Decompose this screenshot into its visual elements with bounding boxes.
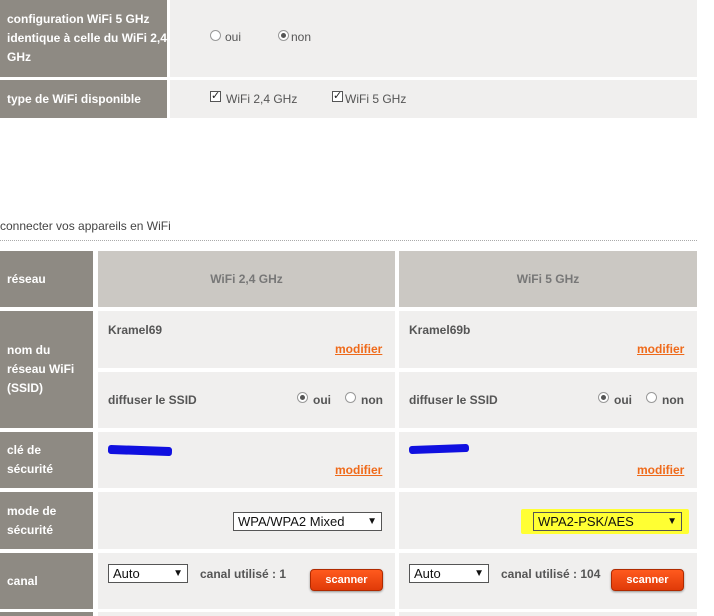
config-oui-label: oui <box>225 30 242 44</box>
security-mode-24-select[interactable]: WPA/WPA2 Mixed ▼ <box>233 512 382 531</box>
ssid-label-text: nom du réseau WiFi (SSID) <box>7 343 75 395</box>
redacted-key-5-scribble <box>408 443 470 455</box>
ssid-24-cell: Kramel69 modifier <box>98 311 395 368</box>
canal-label: canal <box>0 553 93 609</box>
config-identical-label: configuration WiFi 5 GHz identique à cel… <box>0 0 167 77</box>
canal-24-cell: Auto ▼ canal utilisé : 1 scanner <box>98 553 395 609</box>
ssid-24-modifier-link[interactable]: modifier <box>335 342 382 356</box>
canal-label-text: canal <box>7 573 38 588</box>
security-key-24-cell: modifier <box>98 432 395 488</box>
canal-24-used: canal utilisé : 1 <box>200 567 287 581</box>
wifi-5-checkbox[interactable]: ✓ <box>332 91 343 102</box>
canal-5-value: Auto <box>414 566 441 581</box>
wifi-type-label: type de WiFi disponible <box>0 80 167 118</box>
canal-5-cell: Auto ▼ canal utilisé : 104 scanner <box>399 553 697 609</box>
ssid-5-modifier-link[interactable]: modifier <box>637 342 684 356</box>
scanner-5-button[interactable]: scanner <box>611 569 684 591</box>
canal-5-select[interactable]: Auto ▼ <box>409 564 489 583</box>
key-24-modifier-link[interactable]: modifier <box>335 463 382 477</box>
col-header-24: WiFi 2,4 GHz <box>98 251 395 307</box>
col-header-24-text: WiFi 2,4 GHz <box>210 272 283 286</box>
security-mode-5-select[interactable]: WPA2-PSK/AES ▼ <box>533 512 682 531</box>
section-divider <box>0 240 697 241</box>
wifi-24-checkbox[interactable]: ✓ <box>210 91 221 102</box>
ssid-5-cell: Kramel69b modifier <box>399 311 697 368</box>
security-key-label: clé de sécurité <box>0 432 93 488</box>
config-oui-radio[interactable] <box>210 30 221 41</box>
next-row-5-cell <box>399 612 697 616</box>
canal-5-used: canal utilisé : 104 <box>501 567 601 581</box>
broadcast-5-oui-label: oui <box>614 393 632 407</box>
config-identical-cell: oui non <box>170 0 697 77</box>
scanner-24-button[interactable]: scanner <box>310 569 383 591</box>
key-5-modifier-link[interactable]: modifier <box>637 463 684 477</box>
reseau-label-text: réseau <box>7 271 46 286</box>
ssid-5-value: Kramel69b <box>409 323 471 337</box>
broadcast-5-cell: diffuser le SSID oui non <box>399 372 697 428</box>
config-identical-label-text: configuration WiFi 5 GHz identique à cel… <box>7 12 167 64</box>
security-mode-label-text: mode de sécurité <box>7 503 57 537</box>
security-mode-5-cell: WPA2-PSK/AES ▼ <box>399 492 697 549</box>
ssid-label: nom du réseau WiFi (SSID) <box>0 311 93 428</box>
broadcast-24-oui-label: oui <box>313 393 331 407</box>
config-non-radio[interactable] <box>278 30 289 41</box>
broadcast-24-cell: diffuser le SSID oui non <box>98 372 395 428</box>
dropdown-arrow-icon: ▼ <box>367 516 377 527</box>
broadcast-5-label: diffuser le SSID <box>409 393 498 407</box>
wifi-type-label-text: type de WiFi disponible <box>7 91 141 106</box>
col-header-5: WiFi 5 GHz <box>399 251 697 307</box>
canal-24-value: Auto <box>113 566 140 581</box>
dropdown-arrow-icon: ▼ <box>474 568 484 579</box>
wifi-type-cell: ✓ WiFi 2,4 GHz ✓ WiFi 5 GHz <box>170 80 697 118</box>
next-row-label <box>0 612 93 616</box>
security-key-label-text: clé de sécurité <box>7 443 54 476</box>
wifi-24-checkbox-label: WiFi 2,4 GHz <box>226 92 298 106</box>
security-mode-5-value: WPA2-PSK/AES <box>538 514 634 529</box>
dropdown-arrow-icon: ▼ <box>667 516 677 527</box>
broadcast-5-non-label: non <box>662 393 684 407</box>
reseau-label: réseau <box>0 251 93 307</box>
next-row-24-cell <box>98 612 395 616</box>
section-title: connecter vos appareils en WiFi <box>0 219 171 233</box>
dropdown-arrow-icon: ▼ <box>173 568 183 579</box>
broadcast-24-oui-radio[interactable] <box>297 392 308 403</box>
canal-24-select[interactable]: Auto ▼ <box>108 564 188 583</box>
security-mode-label: mode de sécurité <box>0 492 93 549</box>
config-non-label: non <box>291 30 312 44</box>
broadcast-24-non-label: non <box>361 393 383 407</box>
wifi-5-checkbox-label: WiFi 5 GHz <box>345 92 407 106</box>
security-mode-24-value: WPA/WPA2 Mixed <box>238 514 345 529</box>
broadcast-5-oui-radio[interactable] <box>598 392 609 403</box>
redacted-key-24-scribble <box>107 444 173 457</box>
broadcast-24-label: diffuser le SSID <box>108 393 197 407</box>
broadcast-5-non-radio[interactable] <box>646 392 657 403</box>
ssid-24-value: Kramel69 <box>108 323 163 337</box>
col-header-5-text: WiFi 5 GHz <box>516 272 580 286</box>
broadcast-24-non-radio[interactable] <box>345 392 356 403</box>
security-mode-24-cell: WPA/WPA2 Mixed ▼ <box>98 492 395 549</box>
security-key-5-cell: modifier <box>399 432 697 488</box>
